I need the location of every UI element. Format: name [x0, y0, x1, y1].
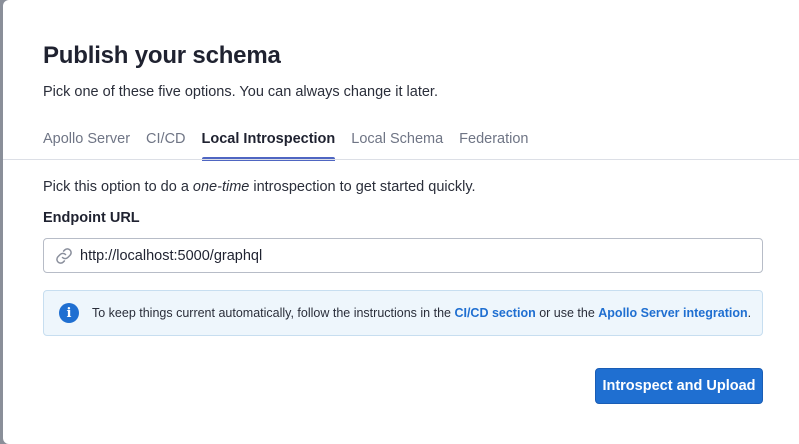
info-text-after: . [747, 306, 752, 320]
info-icon: i [59, 303, 79, 323]
dialog-subtitle: Pick one of these five options. You can … [43, 84, 438, 100]
endpoint-url-input[interactable] [80, 239, 762, 272]
apollo-server-integration-link[interactable]: Apollo Server integration [598, 306, 747, 320]
tab-divider [3, 159, 799, 160]
publish-schema-dialog: Publish your schema Pick one of these fi… [3, 0, 799, 444]
option-description: Pick this option to do a one-time intros… [43, 179, 476, 195]
info-text-before: To keep things current automatically, fo… [92, 306, 455, 320]
tab-local-introspection[interactable]: Local Introspection [201, 120, 335, 161]
ci-cd-section-link[interactable]: CI/CD section [454, 306, 535, 320]
info-text: To keep things current automatically, fo… [92, 306, 751, 320]
description-text-after: introspection to get started quickly. [249, 179, 476, 195]
info-banner: i To keep things current automatically, … [43, 290, 763, 336]
tab-federation[interactable]: Federation [459, 120, 528, 160]
info-text-middle: or use the [535, 306, 599, 320]
tab-apollo-server[interactable]: Apollo Server [43, 120, 130, 160]
tab-local-schema[interactable]: Local Schema [351, 120, 443, 160]
introspect-and-upload-button[interactable]: Introspect and Upload [595, 368, 763, 404]
description-emphasis: one-time [192, 179, 250, 195]
tab-ci-cd[interactable]: CI/CD [146, 120, 185, 160]
link-icon [54, 246, 74, 266]
tab-bar: Apollo Server CI/CD Local Introspection … [43, 120, 799, 161]
endpoint-url-field-wrapper [43, 238, 763, 273]
endpoint-url-label: Endpoint URL [43, 210, 140, 226]
dialog-title: Publish your schema [43, 42, 281, 69]
description-text-before: Pick this option to do a [43, 179, 193, 195]
